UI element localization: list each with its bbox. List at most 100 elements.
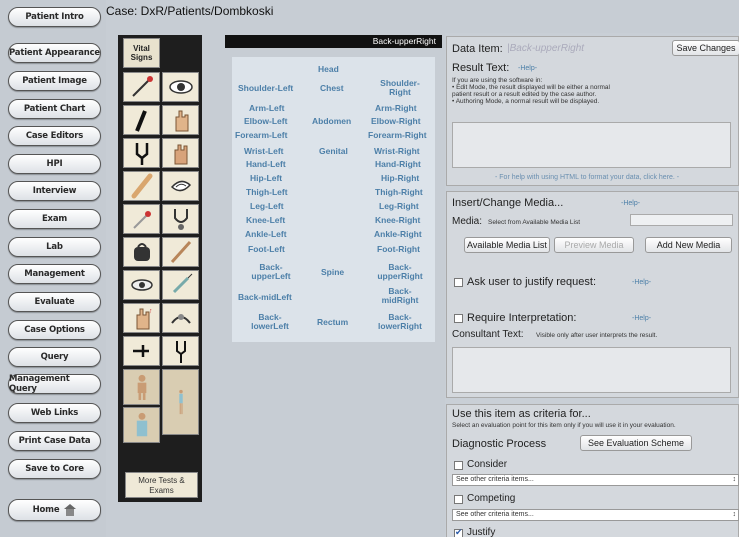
nav-management-query-button[interactable]: Management Query — [8, 374, 101, 394]
nav-web-links-button[interactable]: Web Links — [8, 403, 101, 423]
bodypart-hand-right[interactable]: Hand-Right — [375, 160, 421, 169]
bodypart-back-upper-right[interactable]: Back-upperRight — [374, 263, 426, 281]
bodypart-forearm-left[interactable]: Forearm-Left — [235, 131, 287, 140]
result-text-area[interactable] — [452, 122, 731, 168]
bodypart-elbow-right[interactable]: Elbow-Right — [371, 117, 421, 126]
bodypart-elbow-left[interactable]: Elbow-Left — [244, 117, 287, 126]
nav-management-button[interactable]: Management — [8, 264, 101, 284]
bodypart-hip-right[interactable]: Hip-Right — [381, 174, 419, 183]
nav-patient-image-button[interactable]: Patient Image — [8, 71, 101, 91]
bodypart-back-mid-left[interactable]: Back-midLeft — [238, 293, 292, 302]
bodypart-back-upper-left[interactable]: Back-upperLeft — [246, 263, 296, 281]
bodypart-arm-right[interactable]: Arm-Right — [375, 104, 417, 113]
bodypart-rectum[interactable]: Rectum — [317, 318, 348, 327]
bodypart-leg-right[interactable]: Leg-Right — [379, 202, 419, 211]
consultant-text-area[interactable] — [452, 347, 731, 393]
bodypart-hip-left[interactable]: Hip-Left — [250, 174, 282, 183]
flashlight-icon[interactable] — [123, 105, 160, 135]
tuning-fork-2-icon[interactable] — [162, 336, 199, 366]
media-field[interactable] — [630, 214, 733, 226]
bodypart-forearm-right[interactable]: Forearm-Right — [368, 131, 427, 140]
nav-lab-button[interactable]: Lab — [8, 237, 101, 257]
bodypart-thigh-right[interactable]: Thigh-Right — [375, 188, 423, 197]
nav-save-to-core-button[interactable]: Save to Core — [8, 459, 101, 479]
nav-patient-intro-button[interactable]: Patient Intro — [8, 7, 101, 27]
consider-criteria-select[interactable]: See other criteria items... — [452, 474, 739, 486]
syringe-icon[interactable] — [162, 270, 199, 300]
nav-interview-button[interactable]: Interview — [8, 181, 101, 201]
tuning-fork-icon[interactable] — [123, 138, 160, 168]
nav-patient-chart-button[interactable]: Patient Chart — [8, 99, 101, 119]
nav-home-button[interactable]: Home — [8, 499, 101, 521]
consider-checkbox[interactable] — [454, 461, 463, 470]
bodypart-knee-left[interactable]: Knee-Left — [246, 216, 285, 225]
available-media-list-button[interactable]: Available Media List — [464, 237, 550, 253]
swab-icon[interactable] — [123, 204, 160, 234]
add-new-media-button[interactable]: Add New Media — [645, 237, 732, 253]
bodypart-chest[interactable]: Chest — [320, 84, 344, 93]
interpretation-help-link[interactable]: -Help- — [632, 315, 651, 322]
nav-patient-appearance-button[interactable]: Patient Appearance — [8, 43, 101, 63]
bodypart-hand-left[interactable]: Hand-Left — [246, 160, 286, 169]
nav-query-button[interactable]: Query — [8, 347, 101, 367]
nav-evaluate-button[interactable]: Evaluate — [8, 292, 101, 312]
female-side-icon[interactable] — [162, 369, 199, 435]
result-text-help-link[interactable]: -Help- — [518, 65, 537, 72]
bodypart-arm-left[interactable]: Arm-Left — [249, 104, 284, 113]
female-front-icon[interactable] — [123, 369, 160, 405]
thermometer-icon[interactable] — [123, 336, 160, 366]
bodypart-shoulder-right[interactable]: Shoulder-Right — [378, 79, 422, 97]
ear-icon[interactable] — [162, 171, 199, 201]
eye-icon[interactable] — [162, 72, 199, 102]
see-evaluation-scheme-button[interactable]: See Evaluation Scheme — [580, 435, 692, 451]
justify-help-link[interactable]: -Help- — [632, 279, 651, 286]
competing-criteria-select[interactable]: See other criteria items... — [452, 509, 739, 521]
percussion-icon[interactable] — [162, 303, 199, 333]
bodypart-back-lower-right[interactable]: Back-lowerRight — [375, 313, 425, 331]
bodypart-knee-right[interactable]: Knee-Right — [375, 216, 420, 225]
bodypart-head[interactable]: Head — [318, 65, 339, 74]
bodypart-shoulder-left[interactable]: Shoulder-Left — [238, 84, 293, 93]
nav-case-options-button[interactable]: Case Options — [8, 320, 101, 340]
bodypart-wrist-right[interactable]: Wrist-Right — [374, 147, 420, 156]
bodypart-genital[interactable]: Genital — [319, 147, 348, 156]
nav-print-case-data-button[interactable]: Print Case Data — [8, 431, 101, 451]
bodypart-ankle-left[interactable]: Ankle-Left — [245, 230, 287, 239]
bodypart-back-lower-left[interactable]: Back-lowerLeft — [247, 313, 293, 331]
hand-up-icon[interactable]: ↑ — [123, 303, 160, 333]
data-item-value[interactable]: |Back-upperRight — [507, 43, 584, 54]
html-help-link[interactable]: - For help with using HTML to format you… — [495, 174, 679, 181]
more-tests-button[interactable]: More Tests & Exams — [125, 472, 198, 498]
require-interpretation-checkbox[interactable] — [454, 314, 463, 323]
nav-case-editors-button[interactable]: Case Editors — [8, 126, 101, 146]
competing-checkbox[interactable] — [454, 495, 463, 504]
bodypart-abdomen[interactable]: Abdomen — [312, 117, 351, 126]
save-changes-button[interactable]: Save Changes — [672, 40, 739, 56]
bp-cuff-icon[interactable] — [123, 237, 160, 267]
bodypart-ankle-right[interactable]: Ankle-Right — [374, 230, 422, 239]
nav-exam-button[interactable]: Exam — [8, 209, 101, 229]
bodypart-thigh-left[interactable]: Thigh-Left — [246, 188, 288, 197]
bodypart-back-mid-right[interactable]: Back-midRight — [378, 287, 422, 305]
justify-request-checkbox[interactable] — [454, 278, 463, 287]
bodypart-spine[interactable]: Spine — [321, 268, 344, 277]
preview-media-button[interactable]: Preview Media — [554, 237, 634, 253]
nav-hpi-button[interactable]: HPI — [8, 154, 101, 174]
bodypart-leg-left[interactable]: Leg-Left — [250, 202, 284, 211]
justify-checkbox[interactable] — [454, 527, 463, 537]
bodypart-foot-right[interactable]: Foot-Right — [377, 245, 420, 254]
media-section: Insert/Change Media... -Help- Media: Sel… — [446, 191, 739, 398]
otoscope-icon[interactable] — [123, 171, 160, 201]
vital-signs-button[interactable]: Vital Signs — [123, 38, 160, 68]
hand-icon[interactable] — [162, 138, 199, 168]
tongue-depressor-icon[interactable] — [162, 237, 199, 267]
palpate-hand-icon[interactable] — [162, 105, 199, 135]
female-torso-icon[interactable] — [123, 407, 160, 443]
ophthalmoscope-icon[interactable] — [123, 270, 160, 300]
stethoscope-icon[interactable] — [162, 204, 199, 234]
consultant-text-label: Consultant Text: — [452, 329, 524, 340]
bodypart-wrist-left[interactable]: Wrist-Left — [244, 147, 284, 156]
reflex-hammer-icon[interactable] — [123, 72, 160, 102]
media-help-link[interactable]: -Help- — [621, 200, 640, 207]
bodypart-foot-left[interactable]: Foot-Left — [248, 245, 285, 254]
